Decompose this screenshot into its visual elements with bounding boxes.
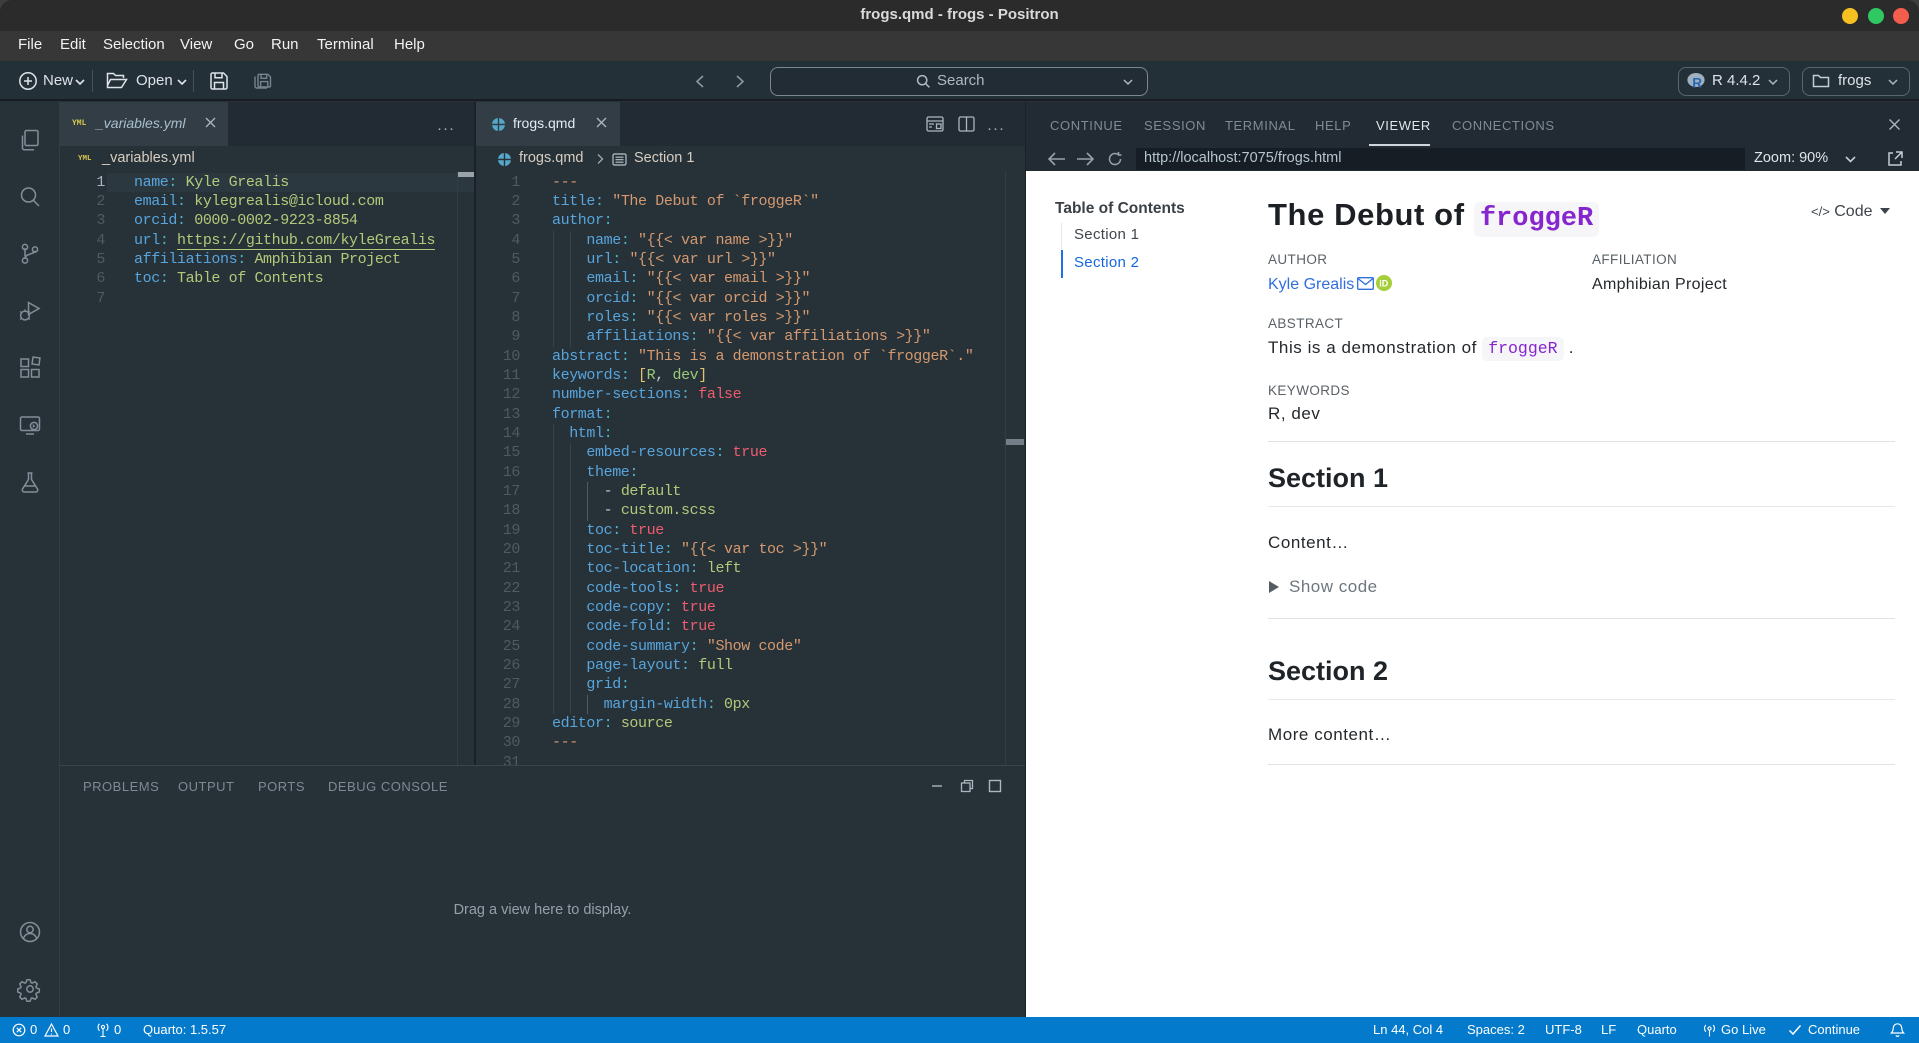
svg-text:R: R [1692,76,1702,91]
svg-text:iD: iD [1379,279,1389,289]
